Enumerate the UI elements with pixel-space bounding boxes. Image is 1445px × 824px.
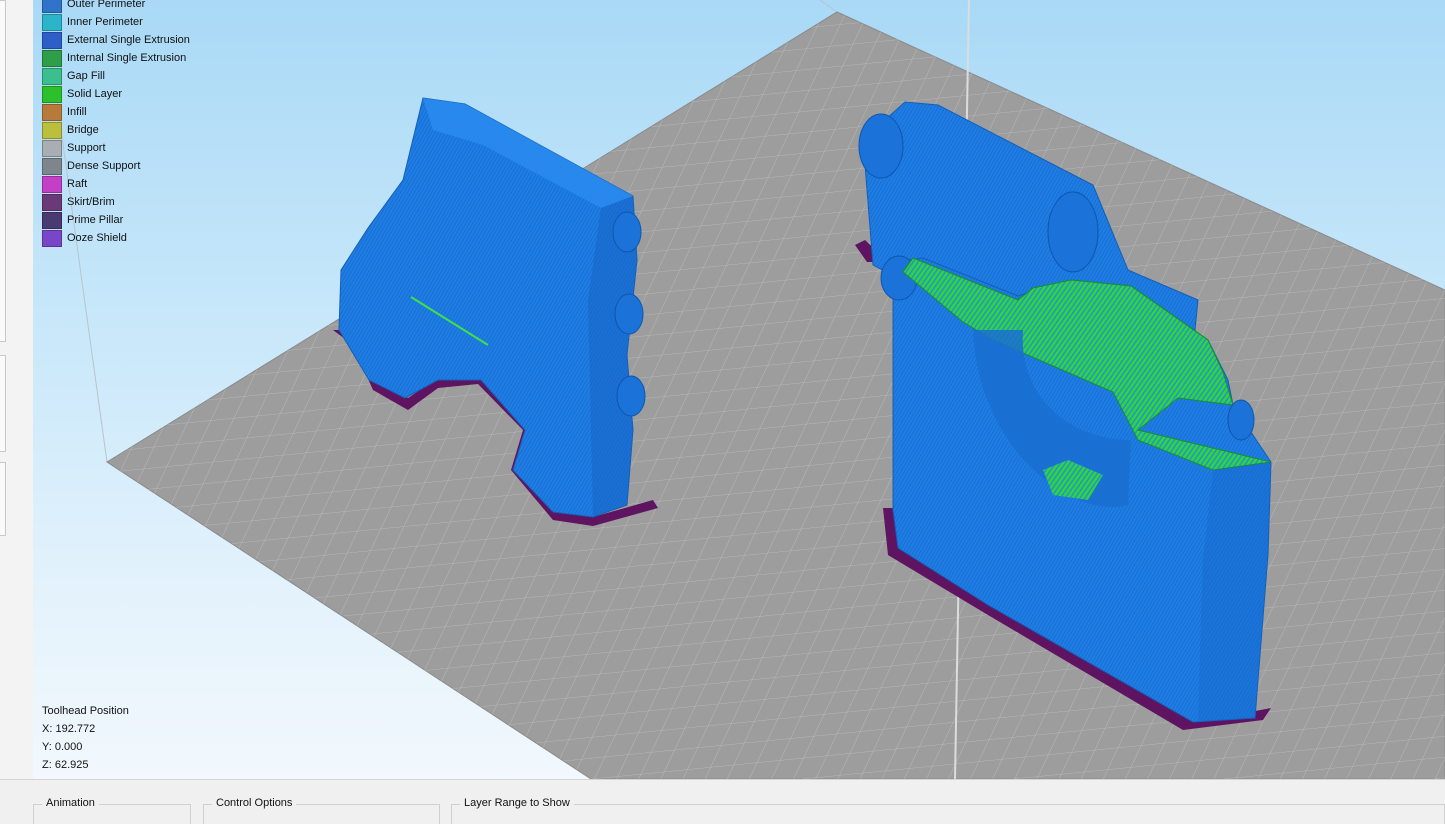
legend-swatch — [42, 157, 62, 175]
legend-label: Inner Perimeter — [67, 16, 143, 28]
legend-item: Skirt/Brim — [42, 193, 190, 211]
legend-item: Dense Support — [42, 157, 190, 175]
legend-item: Support — [42, 139, 190, 157]
toolhead-x-value: 192.772 — [55, 723, 96, 735]
sidebar-panel-edge — [0, 462, 6, 536]
animation-group[interactable]: Animation — [33, 797, 191, 824]
legend-item: External Single Extrusion — [42, 31, 190, 49]
legend-swatch — [42, 31, 62, 49]
sidebar-panel-edge — [0, 355, 6, 452]
legend-item: Bridge — [42, 121, 190, 139]
legend-label: Raft — [67, 178, 88, 190]
legend-label: Skirt/Brim — [67, 196, 115, 208]
cylinder-boss — [1047, 191, 1099, 273]
legend-swatch — [42, 67, 62, 85]
toolhead-x: X: 192.772 — [42, 720, 129, 738]
toolhead-y: Y: 0.000 — [42, 738, 129, 756]
legend-label: Support — [67, 142, 106, 154]
legend-swatch — [42, 139, 62, 157]
legend-label: Prime Pillar — [67, 214, 124, 226]
legend-swatch — [42, 85, 62, 103]
cylinder-boss — [614, 293, 644, 335]
legend-swatch — [42, 121, 62, 139]
toolhead-title: Toolhead Position — [42, 705, 129, 717]
legend-swatch — [42, 0, 62, 13]
toolhead-z: Z: 62.925 — [42, 756, 129, 774]
toolhead-y-label: Y: — [42, 741, 52, 753]
sidebar-panel-edge — [0, 0, 6, 342]
legend-label: External Single Extrusion — [67, 34, 190, 46]
build-volume-edge — [819, 0, 838, 13]
toolhead-x-label: X: — [42, 723, 53, 735]
toolhead-y-value: 0.000 — [54, 741, 83, 753]
legend-swatch — [42, 49, 62, 67]
legend-label: Gap Fill — [67, 70, 105, 82]
feature-type-legend: Outer Perimeter Inner Perimeter External… — [42, 0, 190, 247]
legend-item: Prime Pillar — [42, 211, 190, 229]
preview-controls-panel: Animation Control Options Layer Range to… — [0, 779, 1445, 824]
legend-item: Raft — [42, 175, 190, 193]
legend-item: Inner Perimeter — [42, 13, 190, 31]
print-preview-scene[interactable] — [33, 0, 1445, 779]
legend-item: Ooze Shield — [42, 229, 190, 247]
control-options-group-title: Control Options — [212, 797, 297, 809]
legend-swatch — [42, 175, 62, 193]
animation-group-title: Animation — [42, 797, 99, 809]
layer-range-group-title: Layer Range to Show — [460, 797, 574, 809]
legend-label: Bridge — [67, 124, 99, 136]
cylinder-boss — [858, 113, 904, 179]
legend-swatch — [42, 103, 62, 121]
legend-item: Gap Fill — [42, 67, 190, 85]
legend-swatch — [42, 193, 62, 211]
cylinder-boss — [612, 211, 642, 253]
legend-item: Infill — [42, 103, 190, 121]
legend-item: Internal Single Extrusion — [42, 49, 190, 67]
legend-label: Infill — [67, 106, 87, 118]
cylinder-boss — [1227, 399, 1255, 441]
left-sidebar-edge — [0, 0, 34, 781]
toolhead-z-label: Z: — [42, 759, 52, 771]
legend-swatch — [42, 13, 62, 31]
layer-range-group[interactable]: Layer Range to Show — [451, 797, 1445, 824]
legend-label: Internal Single Extrusion — [67, 52, 187, 64]
legend-swatch — [42, 211, 62, 229]
toolhead-z-value: 62.925 — [54, 759, 89, 771]
legend-label: Solid Layer — [67, 88, 123, 100]
legend-item: Solid Layer — [42, 85, 190, 103]
toolhead-position-readout: Toolhead Position X: 192.772 Y: 0.000 Z:… — [42, 702, 129, 774]
cylinder-boss — [616, 375, 646, 417]
3d-preview-viewport[interactable]: Outer Perimeter Inner Perimeter External… — [33, 0, 1445, 779]
control-options-group[interactable]: Control Options — [203, 797, 440, 824]
legend-label: Ooze Shield — [67, 232, 127, 244]
legend-label: Outer Perimeter — [67, 0, 146, 10]
legend-item: Outer Perimeter — [42, 0, 190, 13]
legend-swatch — [42, 229, 62, 247]
legend-label: Dense Support — [67, 160, 141, 172]
